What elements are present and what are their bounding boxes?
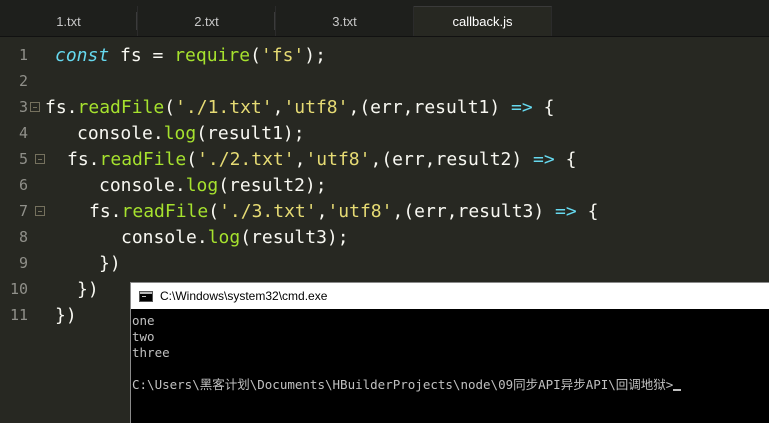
code-text: fs.readFile('./2.txt','utf8',(err,result… [67,148,577,170]
cmd-window[interactable]: C:\Windows\system32\cmd.exe one two three C… [130,282,769,423]
line-number: 7 [18,202,28,220]
line-number: 1 [18,46,28,64]
code-line: 8 console.log(result3); [0,224,769,250]
line-number: 4 [18,124,28,142]
tab-bar: 1.txt 2.txt 3.txt callback.js [0,0,769,37]
prompt-line: C:\Users\黑客计划\Documents\HBuilderProjects… [132,377,769,393]
code-text: }) [55,304,77,326]
tab-1-txt[interactable]: 1.txt [0,6,138,36]
tab-label: 3.txt [332,13,357,29]
console-icon [139,290,153,302]
tab-label: 1.txt [56,13,81,29]
fold-toggle-icon[interactable] [35,206,45,216]
code-text: fs.readFile('./3.txt','utf8',(err,result… [89,200,599,222]
code-line: 7 fs.readFile('./3.txt','utf8',(err,resu… [0,198,769,224]
output-line: three [132,345,170,360]
line-number: 8 [18,228,28,246]
line-number: 11 [9,306,28,324]
code-text: }) [99,252,121,274]
cmd-output[interactable]: one two three C:\Users\黑客计划\Documents\HBuil… [131,309,769,393]
line-number: 6 [18,176,28,194]
code-text: console.log(result2); [99,174,327,196]
cmd-title: C:\Windows\system32\cmd.exe [160,289,328,303]
line-number: 3 [18,98,28,116]
tab-3-txt[interactable]: 3.txt [276,6,414,36]
code-line: 9 }) [0,250,769,276]
code-text: console.log(result3); [121,226,349,248]
tab-label: 2.txt [194,13,219,29]
tab-label: callback.js [452,14,513,29]
output-line: two [132,329,155,344]
tab-2-txt[interactable]: 2.txt [138,6,276,36]
code-line: 5 fs.readFile('./2.txt','utf8',(err,resu… [0,146,769,172]
code-text: console.log(result1); [77,122,305,144]
fold-toggle-icon[interactable] [35,154,45,164]
line-number: 2 [18,72,28,90]
line-number: 5 [18,150,28,168]
code-line: 1 const fs = require('fs'); [0,42,769,68]
prompt-text: C:\Users\黑客计划\Documents\HBuilderProjects… [132,377,674,392]
fold-toggle-icon[interactable] [30,102,40,112]
text-cursor [673,389,682,391]
code-line: 4 console.log(result1); [0,120,769,146]
code-line: 3 fs.readFile('./1.txt','utf8',(err,resu… [0,94,769,120]
code-text: }) [77,278,99,300]
output-line: one [132,313,155,328]
code-line: 2 [0,68,769,94]
line-number: 9 [18,254,28,272]
code-text: const fs = require('fs'); [55,44,326,66]
cmd-title-bar[interactable]: C:\Windows\system32\cmd.exe [131,283,769,309]
tab-callback-js[interactable]: callback.js [414,6,552,36]
line-number: 10 [9,280,28,298]
code-line: 6 console.log(result2); [0,172,769,198]
code-text: fs.readFile('./1.txt','utf8',(err,result… [45,96,555,118]
